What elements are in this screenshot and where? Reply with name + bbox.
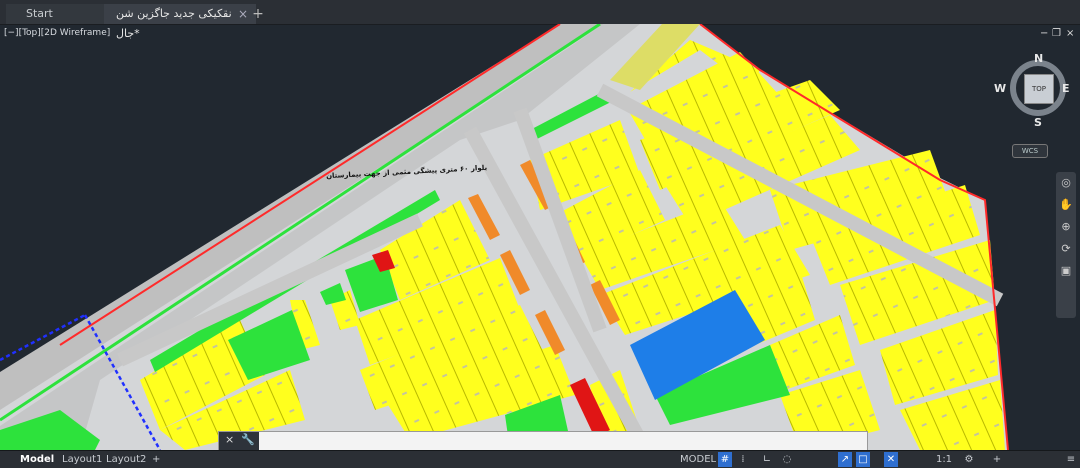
steering-wheel-icon[interactable]: ◎ bbox=[1056, 172, 1076, 194]
navigation-bar[interactable]: ◎ ✋ ⊕ ⟳ ▣ bbox=[1056, 172, 1076, 318]
snap-icon[interactable]: ⁞ bbox=[736, 452, 750, 467]
compass-south[interactable]: S bbox=[1034, 116, 1042, 129]
orbit-icon[interactable]: ⟳ bbox=[1056, 238, 1076, 260]
command-line-controls: × 🔧 bbox=[219, 432, 259, 450]
file-tab-bar: Start نقکیکی جدید جاگزین شن جال* × + bbox=[0, 0, 1080, 40]
compass-north[interactable]: N bbox=[1034, 52, 1043, 65]
ortho-icon[interactable]: ∟ bbox=[760, 452, 774, 467]
drawing-viewport[interactable]: بلوار ۶۰ متری پیشگی مثمی از جهت بیمارستا… bbox=[0, 24, 1080, 450]
new-tab-plus-icon[interactable]: + bbox=[250, 4, 266, 24]
layout-tab-layout2[interactable]: Layout2 bbox=[106, 452, 146, 467]
compass-east[interactable]: E bbox=[1062, 82, 1070, 95]
close-icon[interactable]: × bbox=[1066, 28, 1074, 39]
plus-icon[interactable]: + bbox=[990, 452, 1004, 467]
tab-start-label: Start bbox=[26, 7, 53, 20]
restore-icon[interactable]: ❐ bbox=[1052, 28, 1061, 39]
viewcube[interactable]: TOP N S W E bbox=[994, 52, 1070, 132]
wrench-icon[interactable]: 🔧 bbox=[241, 433, 255, 446]
status-bar: Model Layout1 Layout2 + MODEL # ⁞ ∟ ◌ ↗ … bbox=[0, 450, 1080, 468]
tab-drawing[interactable]: نقکیکی جدید جاگزین شن جال* × bbox=[104, 4, 256, 40]
menu-icon[interactable]: ≡ bbox=[1064, 452, 1078, 467]
track-icon[interactable]: □ bbox=[856, 452, 870, 467]
viewport-controls-label[interactable]: [−][Top][2D Wireframe] bbox=[4, 28, 110, 38]
close-icon[interactable]: × bbox=[225, 433, 234, 446]
zoom-icon[interactable]: ⊕ bbox=[1056, 216, 1076, 238]
annotation-icon[interactable]: ✕ bbox=[884, 452, 898, 467]
annotation-scale[interactable]: 1:1 bbox=[934, 452, 954, 467]
minimize-icon[interactable]: − bbox=[1040, 28, 1048, 39]
gear-icon[interactable]: ⚙ bbox=[962, 452, 976, 467]
grid-icon[interactable]: # bbox=[718, 452, 732, 467]
pan-icon[interactable]: ✋ bbox=[1056, 194, 1076, 216]
polar-icon[interactable]: ◌ bbox=[780, 452, 794, 467]
tab-start[interactable]: Start bbox=[6, 4, 120, 24]
command-input[interactable] bbox=[261, 434, 865, 450]
wcs-menu[interactable]: WCS bbox=[1012, 144, 1048, 158]
layout-tab-model[interactable]: Model bbox=[20, 452, 54, 467]
close-icon[interactable]: × bbox=[238, 4, 248, 24]
osnap-icon[interactable]: ↗ bbox=[838, 452, 852, 467]
layout-tab-layout1[interactable]: Layout1 bbox=[62, 452, 102, 467]
showmotion-icon[interactable]: ▣ bbox=[1056, 260, 1076, 282]
model-space-button[interactable]: MODEL bbox=[680, 452, 716, 467]
command-line[interactable]: × 🔧 bbox=[218, 431, 868, 451]
site-plan-drawing bbox=[0, 24, 1009, 450]
viewcube-top-face[interactable]: TOP bbox=[1024, 74, 1054, 104]
compass-west[interactable]: W bbox=[994, 82, 1006, 95]
add-layout-plus-icon[interactable]: + bbox=[152, 452, 160, 467]
